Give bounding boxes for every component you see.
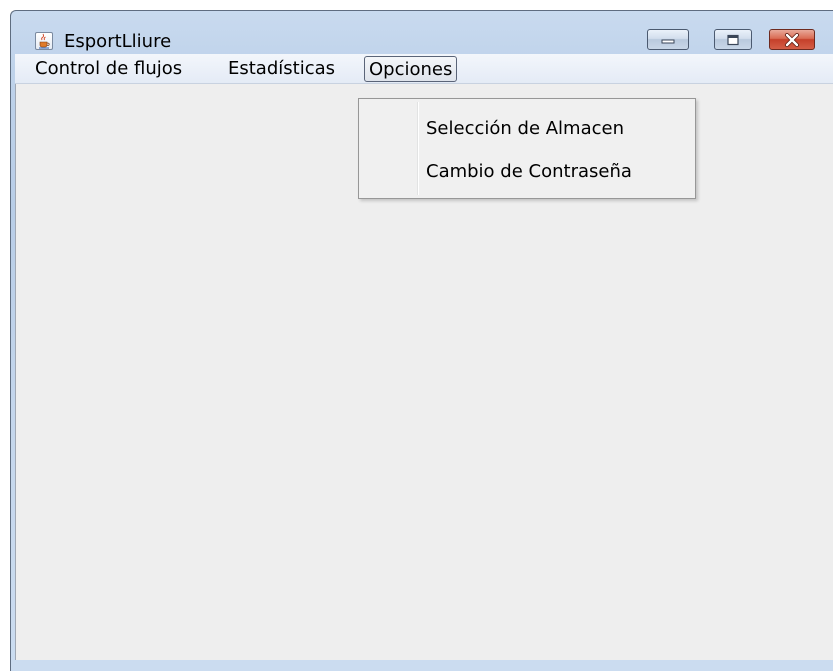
- menu-item-cambio-de-contrasena[interactable]: Cambio de Contraseña: [426, 157, 632, 187]
- close-icon: [785, 32, 799, 47]
- opciones-dropdown-menu: Selección de Almacen Cambio de Contraseñ…: [358, 98, 696, 199]
- menu-estadisticas[interactable]: Estadísticas: [224, 56, 339, 82]
- maximize-button[interactable]: [714, 29, 752, 50]
- menu-control-de-flujos[interactable]: Control de flujos: [31, 56, 186, 82]
- menu-bar: Control de flujos Estadísticas Opciones: [15, 54, 833, 84]
- minimize-button[interactable]: [647, 29, 689, 50]
- close-button[interactable]: [769, 29, 815, 50]
- minimize-icon: [661, 39, 675, 43]
- menu-item-seleccion-de-almacen[interactable]: Selección de Almacen: [426, 114, 624, 144]
- java-cup-icon[interactable]: [35, 32, 53, 50]
- menu-gutter-separator: [417, 102, 419, 195]
- menu-opciones[interactable]: Opciones: [364, 56, 458, 82]
- maximize-icon: [727, 34, 739, 45]
- window-title: EsportLliure: [64, 31, 172, 52]
